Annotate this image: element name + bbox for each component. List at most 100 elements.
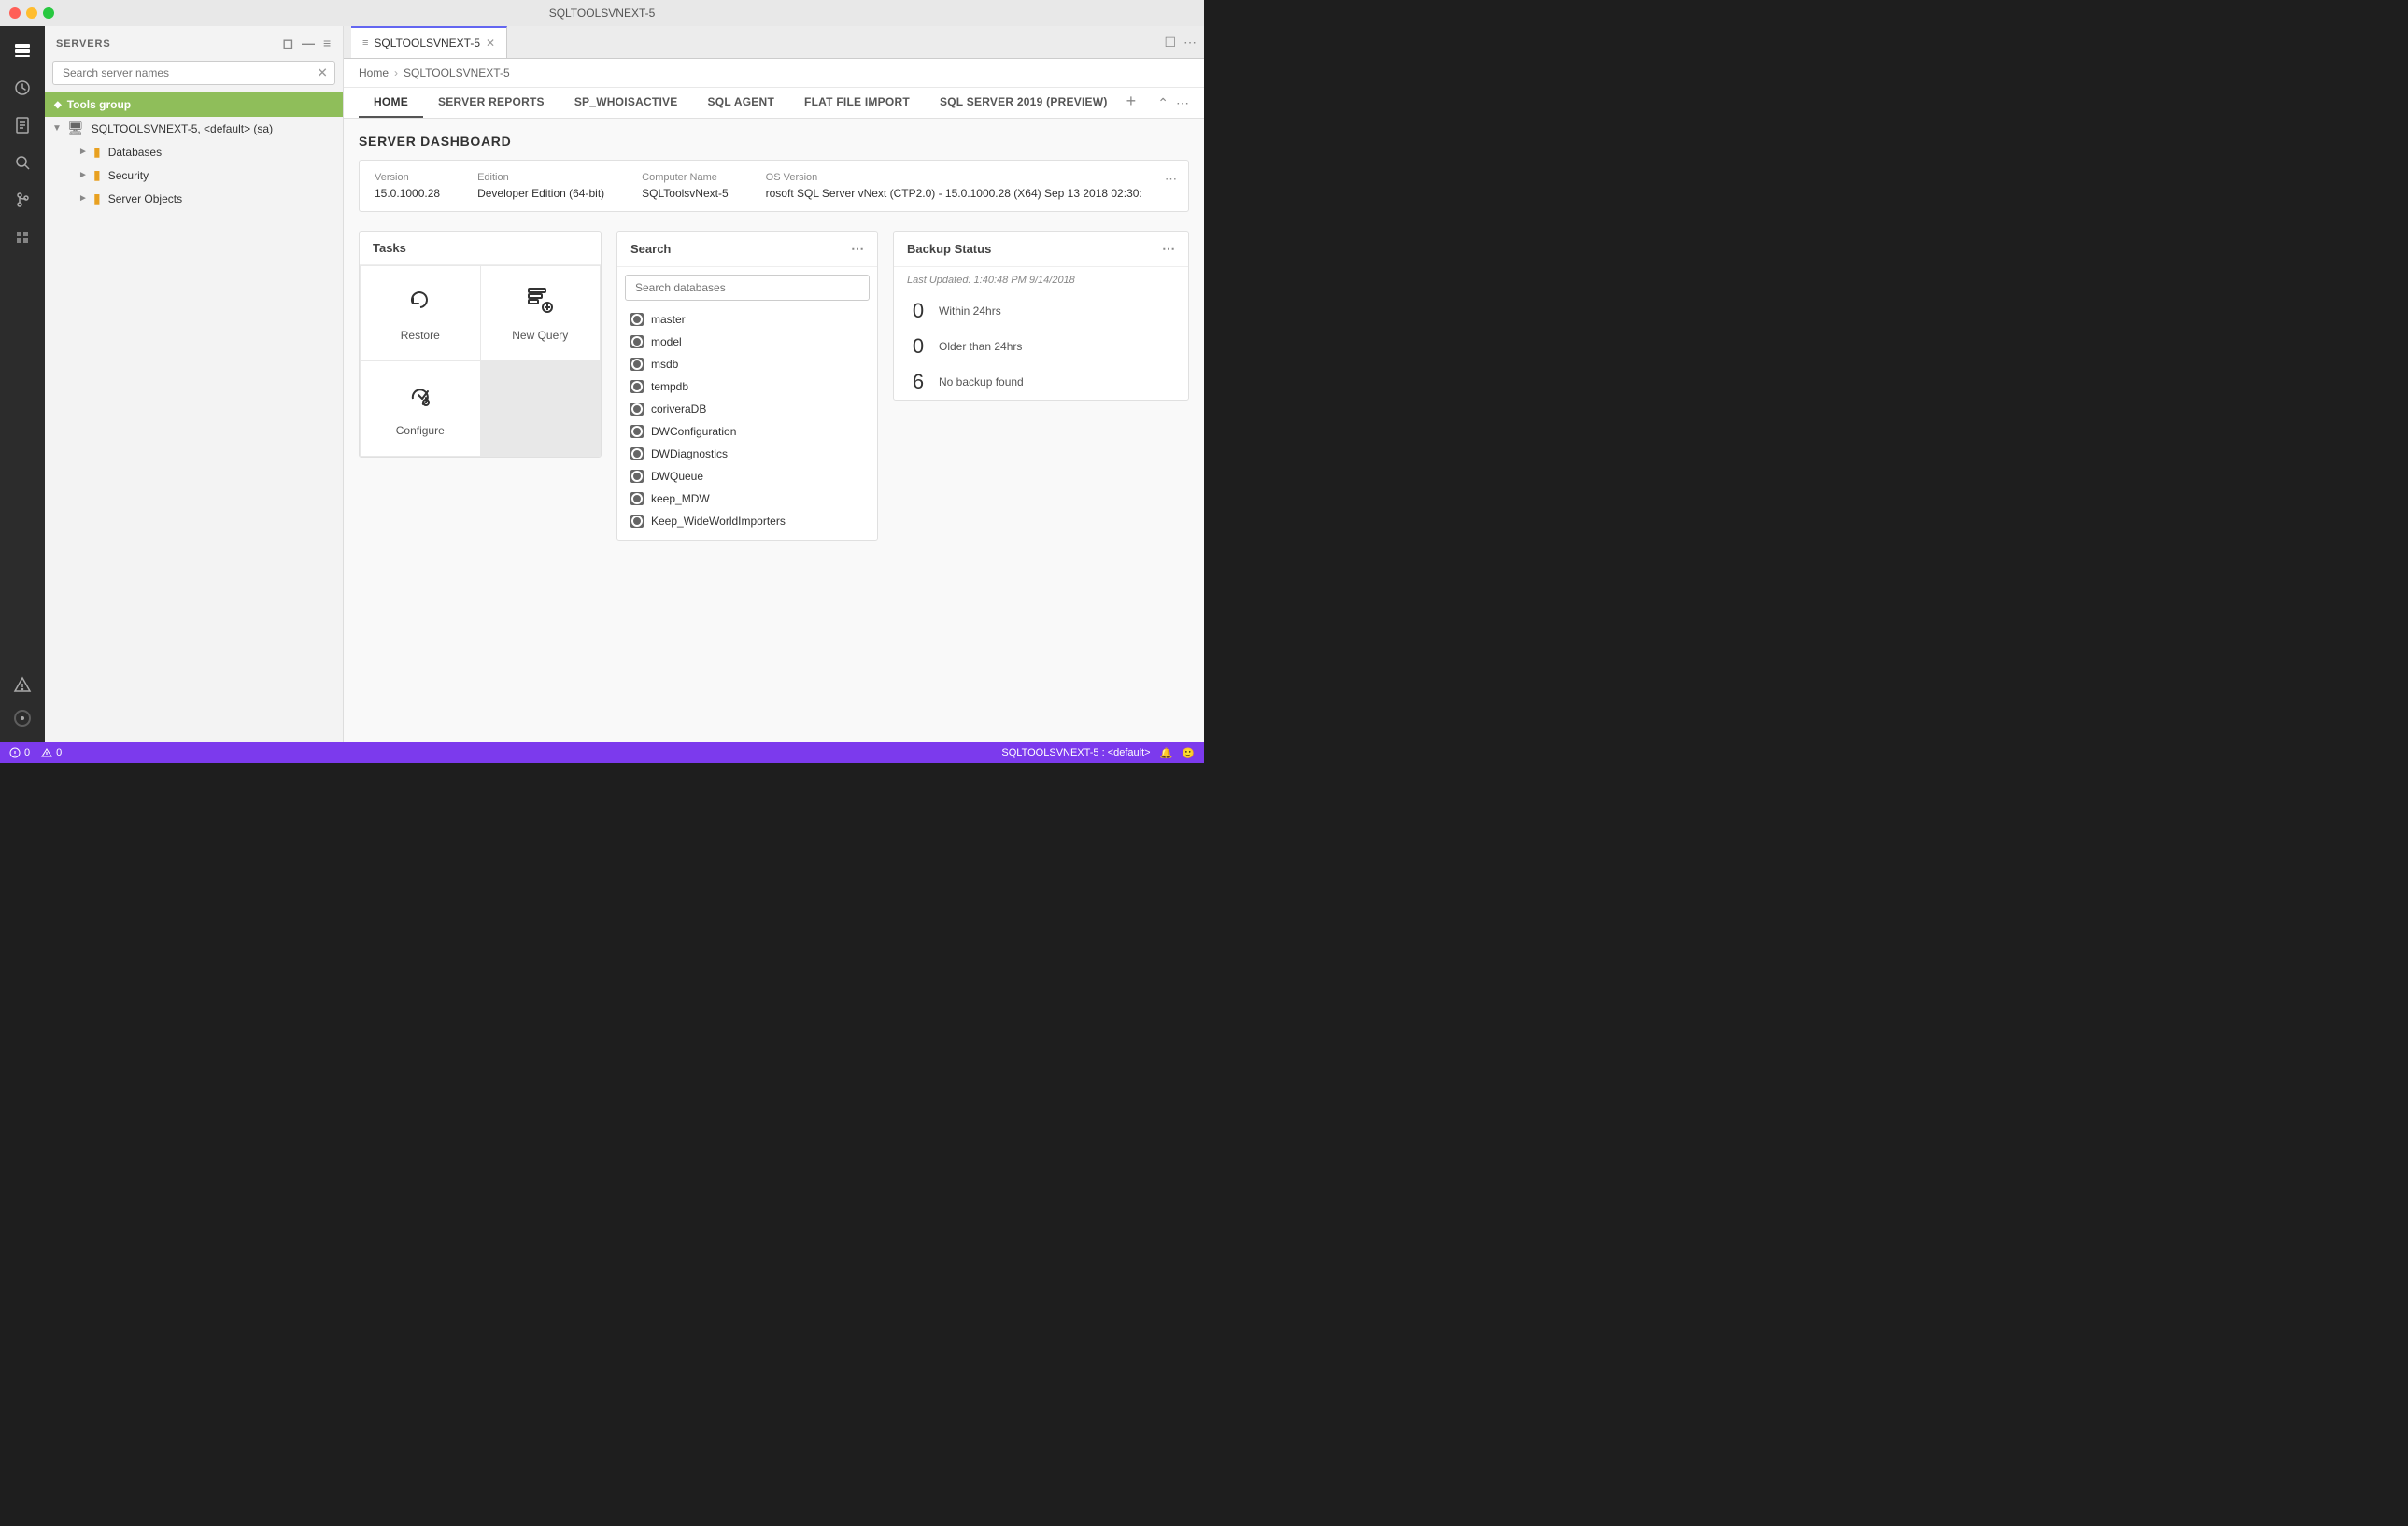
tab-sql-agent[interactable]: SQL AGENT [693, 88, 790, 118]
main-tab[interactable]: ≡ SQLTOOLSVNEXT-5 ✕ [351, 26, 507, 58]
tab-close-button[interactable]: ✕ [486, 36, 495, 49]
tasks-widget-header: Tasks [360, 232, 601, 265]
db-icon [630, 380, 644, 393]
tasks-widget-title: Tasks [373, 241, 406, 255]
activity-extensions-icon[interactable] [6, 220, 39, 254]
list-item[interactable]: Keep_WideWorldImporters [617, 510, 877, 532]
tab-sql-server-preview[interactable]: SQL SERVER 2019 (PREVIEW) [925, 88, 1123, 118]
warning-icon [41, 747, 52, 758]
app-container: SERVERS ◻ — ≡ ✕ ◆ Tools group ▼ 🖥 SQLTOO… [0, 26, 1204, 742]
activity-settings-icon[interactable] [6, 701, 39, 735]
more-options-icon[interactable]: ⋯ [1183, 35, 1197, 50]
nav-more-icon[interactable]: ⋯ [1176, 95, 1189, 111]
activity-search-icon[interactable] [6, 146, 39, 179]
db-name: DWDiagnostics [651, 447, 728, 460]
sidebar-header-icons[interactable]: ◻ — ≡ [283, 35, 332, 51]
list-item[interactable]: tempdb [617, 375, 877, 398]
db-icon [630, 313, 644, 326]
backup-last-updated: Last Updated: 1:40:48 PM 9/14/2018 [894, 267, 1188, 293]
activity-documents-icon[interactable] [6, 108, 39, 142]
list-item[interactable]: DWConfiguration [617, 420, 877, 443]
configure-task-card[interactable]: Configure [361, 361, 480, 456]
list-item[interactable]: DWQueue [617, 465, 877, 487]
search-server-input[interactable] [52, 61, 335, 85]
list-item[interactable]: coriveraDB [617, 398, 877, 420]
notification-icon[interactable]: 🔔 [1160, 747, 1173, 759]
tab-sp-whoisactive[interactable]: SP_WHOISACTIVE [560, 88, 693, 118]
server-tree-item[interactable]: ▼ 🖥 SQLTOOLSVNEXT-5, <default> (sa) [45, 117, 343, 140]
search-widget-input-wrapper [625, 275, 870, 301]
edition-value: Developer Edition (64-bit) [477, 187, 604, 200]
connection-info: SQLTOOLSVNEXT-5 : <default> [1001, 747, 1150, 758]
security-tree-item[interactable]: ► ▮ Security [45, 163, 343, 187]
restore-icon [405, 285, 435, 321]
maximize-button[interactable] [43, 7, 54, 19]
list-item[interactable]: model [617, 331, 877, 353]
os-value: rosoft SQL Server vNext (CTP2.0) - 15.0.… [766, 187, 1173, 200]
tab-flat-file-import[interactable]: FLAT FILE IMPORT [789, 88, 925, 118]
server-objects-label: Server Objects [108, 192, 182, 205]
server-search-box: ✕ [52, 61, 335, 85]
list-item[interactable]: master [617, 308, 877, 331]
db-name: msdb [651, 358, 678, 371]
group-label: Tools group [67, 98, 131, 111]
db-name: Keep_WideWorldImporters [651, 515, 786, 528]
breadcrumb-home[interactable]: Home [359, 66, 389, 79]
collapse-nav-icon[interactable]: ⌃ [1157, 95, 1169, 111]
backup-widget-title: Backup Status [907, 242, 991, 256]
server-objects-tree-item[interactable]: ► ▮ Server Objects [45, 187, 343, 210]
server-info-more-icon[interactable]: ⋯ [1165, 172, 1177, 187]
list-item[interactable]: DWDiagnostics [617, 443, 877, 465]
search-widget-more-icon[interactable]: ⋯ [851, 241, 864, 257]
search-widget-title: Search [630, 242, 671, 256]
db-name: DWConfiguration [651, 425, 736, 438]
new-query-task-card[interactable]: New Query [481, 266, 601, 360]
restore-task-card[interactable]: Restore [361, 266, 480, 360]
databases-icon: ▮ [93, 144, 101, 160]
restore-label: Restore [401, 329, 440, 342]
backup-none-label: No backup found [939, 375, 1024, 389]
activity-history-icon[interactable] [6, 71, 39, 105]
backup-stat-older: 0 Older than 24hrs [894, 329, 1188, 364]
search-widget-header: Search ⋯ [617, 232, 877, 267]
status-warnings[interactable]: 0 [41, 747, 62, 758]
computer-col: Computer Name SQLToolsvNext-5 [642, 172, 728, 200]
tab-home[interactable]: HOME [359, 88, 423, 118]
sidebar-title: SERVERS [56, 38, 111, 49]
close-button[interactable] [9, 7, 21, 19]
server-icon: 🖥 [67, 120, 84, 136]
list-item[interactable]: keep_MDW [617, 487, 877, 510]
search-clear-icon[interactable]: ✕ [317, 65, 328, 81]
split-editor-icon[interactable]: ☐ [1164, 35, 1176, 50]
list-item[interactable]: msdb [617, 353, 877, 375]
collapse-icon[interactable]: — [302, 35, 316, 51]
add-connection-icon[interactable]: ◻ [283, 35, 295, 51]
feedback-icon[interactable]: 🙂 [1182, 747, 1195, 759]
activity-warnings-icon[interactable] [6, 668, 39, 701]
new-query-icon [525, 285, 555, 321]
edition-col: Edition Developer Edition (64-bit) [477, 172, 604, 200]
db-icon [630, 403, 644, 416]
databases-tree-item[interactable]: ► ▮ Databases [45, 140, 343, 163]
more-icon[interactable]: ≡ [323, 35, 332, 51]
add-tab-button[interactable]: + [1123, 88, 1140, 118]
security-icon: ▮ [93, 167, 101, 183]
minimize-button[interactable] [26, 7, 37, 19]
title-bar: SQLTOOLSVNEXT-5 [0, 0, 1204, 26]
backup-widget-more-icon[interactable]: ⋯ [1162, 241, 1175, 257]
version-col: Version 15.0.1000.28 [375, 172, 440, 200]
window-controls[interactable] [9, 7, 54, 19]
server-label: SQLTOOLSVNEXT-5, <default> (sa) [92, 122, 273, 135]
status-alerts[interactable]: 0 [9, 747, 30, 758]
warnings-count: 0 [56, 747, 62, 758]
db-icon [630, 335, 644, 348]
db-name: keep_MDW [651, 492, 710, 505]
configure-icon [405, 380, 435, 417]
content-area: SERVER DASHBOARD Version 15.0.1000.28 Ed… [344, 119, 1204, 742]
db-icon [630, 358, 644, 371]
tools-group[interactable]: ◆ Tools group [45, 92, 343, 117]
search-databases-input[interactable] [625, 275, 870, 301]
activity-git-icon[interactable] [6, 183, 39, 217]
tab-server-reports[interactable]: SERVER REPORTS [423, 88, 560, 118]
activity-servers-icon[interactable] [6, 34, 39, 67]
